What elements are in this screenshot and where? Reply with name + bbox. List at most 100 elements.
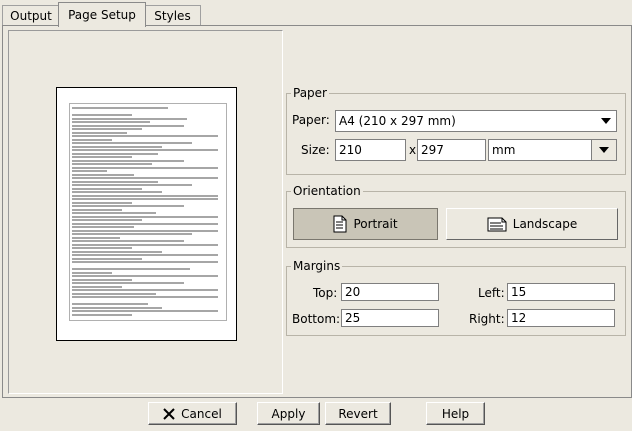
top-margin-input[interactable]: 20 [341, 283, 439, 301]
left-margin-value: 15 [511, 285, 527, 299]
revert-label: Revert [338, 406, 378, 421]
right-margin-input[interactable]: 12 [507, 309, 615, 327]
cancel-label: Cancel [181, 406, 222, 421]
preview-text-line [72, 292, 156, 295]
preview-text-line [72, 236, 120, 239]
cancel-button[interactable]: Cancel [148, 402, 237, 425]
preview-text-line [72, 271, 112, 274]
paper-height-input[interactable]: 297 [417, 139, 486, 161]
page-preview [56, 87, 237, 341]
preview-text-line [72, 201, 132, 204]
preview-text-line [72, 114, 132, 116]
preview-text-line [72, 240, 184, 242]
preview-text-line [72, 229, 218, 232]
orientation-group-title: Orientation [291, 184, 363, 198]
tab-output[interactable]: Output [2, 5, 60, 26]
preview-text-line [72, 313, 132, 316]
portrait-button[interactable]: Portrait [293, 208, 438, 240]
top-margin-label: Top: [313, 286, 338, 300]
right-margin-value: 12 [511, 311, 527, 325]
preview-text-line [72, 275, 218, 277]
tab-output-label: Output [10, 9, 52, 23]
preview-text-line [72, 131, 127, 134]
apply-label: Apply [271, 406, 306, 421]
portrait-label: Portrait [353, 217, 398, 231]
chevron-down-icon[interactable] [596, 111, 616, 131]
preview-text-line [72, 215, 218, 218]
tab-page-setup[interactable]: Page Setup [58, 2, 146, 27]
right-margin-label: Right: [469, 312, 505, 326]
preview-text-line [72, 310, 218, 312]
preview-text-line [72, 142, 192, 144]
unit-select-value: mm [492, 143, 516, 157]
preview-text-line [72, 184, 192, 186]
preview-text-line [72, 117, 187, 120]
preview-text-line [72, 219, 142, 221]
preview-text-line [72, 208, 122, 211]
preview-text-line [72, 303, 148, 305]
preview-text-line [72, 282, 184, 284]
orientation-group: Orientation Portrait Landscape [286, 184, 626, 248]
landscape-label: Landscape [512, 217, 578, 231]
bottom-margin-value: 25 [345, 311, 361, 325]
bottom-margin-label: Bottom: [292, 312, 341, 326]
preview-text-line [72, 121, 150, 123]
portrait-page-icon [333, 215, 347, 233]
preview-text-line [72, 306, 162, 309]
landscape-button[interactable]: Landscape [446, 208, 618, 240]
paper-height-value: 297 [421, 143, 444, 157]
unit-select[interactable]: mm [488, 139, 617, 161]
preview-text-line [72, 285, 122, 288]
preview-text-line [72, 180, 158, 183]
preview-text-line [72, 163, 152, 165]
preview-text-line [72, 166, 218, 169]
preview-text-line [72, 187, 142, 190]
size-label: Size: [301, 143, 330, 157]
landscape-page-icon [487, 217, 507, 231]
preview-text-line [72, 170, 107, 172]
preview-text-line [72, 135, 218, 137]
preview-text-line [72, 173, 134, 176]
preview-text-line [72, 261, 218, 263]
preview-text-line [72, 250, 162, 253]
preview-text-line [72, 198, 218, 200]
help-label: Help [441, 406, 470, 421]
paper-width-value: 210 [339, 143, 362, 157]
help-button[interactable]: Help [426, 402, 485, 425]
paper-width-input[interactable]: 210 [335, 139, 406, 161]
left-margin-input[interactable]: 15 [507, 283, 615, 301]
preview-text-line [72, 149, 218, 151]
preview-text-line [72, 145, 162, 148]
paper-group: Paper Paper: A4 (210 x 297 mm) Size: 210… [286, 86, 626, 175]
preview-text-line [72, 296, 218, 298]
paper-select[interactable]: A4 (210 x 297 mm) [335, 110, 617, 132]
preview-text-line [72, 177, 218, 179]
page-preview-pane [8, 30, 283, 394]
preview-text-line [72, 191, 162, 193]
preview-text-line [72, 138, 112, 141]
preview-text-line [72, 107, 168, 109]
margins-group-title: Margins [291, 259, 343, 273]
bottom-margin-input[interactable]: 25 [341, 309, 439, 327]
preview-text-line [72, 156, 132, 158]
apply-button[interactable]: Apply [257, 402, 320, 425]
revert-button[interactable]: Revert [325, 402, 391, 425]
preview-text-line [72, 254, 218, 256]
tab-page-setup-label: Page Setup [68, 8, 136, 22]
preview-text-line [72, 194, 218, 197]
left-margin-label: Left: [478, 286, 505, 300]
preview-text-line [72, 124, 184, 127]
preview-text-line [72, 247, 132, 249]
chevron-down-icon[interactable] [591, 140, 616, 160]
paper-select-value: A4 (210 x 297 mm) [339, 114, 456, 128]
preview-text-line [72, 233, 192, 235]
page-setup-panel: Paper Paper: A4 (210 x 297 mm) Size: 210… [2, 25, 632, 398]
preview-text-line [72, 289, 218, 291]
preview-text-line [72, 205, 184, 207]
preview-text-line [72, 159, 184, 162]
top-margin-value: 20 [345, 285, 361, 299]
tab-styles[interactable]: Styles [144, 5, 201, 26]
paper-label: Paper: [292, 113, 330, 127]
preview-text-line [72, 152, 158, 155]
preview-text-line [72, 212, 156, 214]
